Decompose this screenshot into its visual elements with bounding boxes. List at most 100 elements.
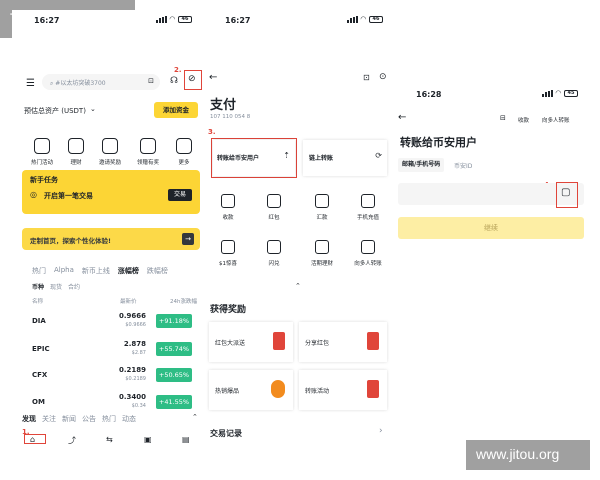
subtab-futures[interactable]: 合约 — [68, 282, 80, 291]
status-bar: 16:27 ◠ 46 — [12, 10, 202, 32]
page-title: 转账给币安用户 — [400, 136, 477, 149]
menu-icon[interactable]: ☰ — [26, 78, 35, 89]
transfer-binance-user-button[interactable]: 转账给币安用户 ⇡ — [213, 140, 295, 176]
subtab-coin[interactable]: 币种 — [32, 282, 44, 291]
red-envelope-icon — [273, 332, 285, 350]
receive-link[interactable]: 收款 — [518, 116, 529, 124]
grid-convert[interactable]: 闪兑 — [251, 240, 297, 267]
grid-redpacket[interactable]: 红包 — [251, 194, 297, 221]
add-funds-button[interactable]: 添加资金 — [154, 102, 198, 118]
market-tabs: 热门 Alpha 新币上线 涨幅榜 跌幅榜 — [32, 266, 168, 276]
reward-share[interactable]: 分享红包 — [299, 322, 387, 362]
step-2-label: 2. — [174, 66, 182, 74]
chevron-down-icon[interactable]: ⌄ — [90, 105, 96, 113]
download-icon — [221, 194, 235, 208]
battery-icon: 46 — [369, 15, 383, 23]
wifi-icon: ◠ — [169, 15, 175, 23]
task-trade-button[interactable]: 交易 — [168, 189, 192, 201]
total-assets-label: 预估总资产 (USDT) — [24, 107, 86, 115]
scan-icon[interactable]: ⊡ — [148, 77, 154, 85]
shortcut-invite[interactable]: 邀请奖励 — [92, 138, 128, 166]
table-row[interactable]: CFX 0.2189 $0.2189 +50.65% — [29, 364, 192, 392]
reward-redpacket[interactable]: 红包大派送 — [209, 322, 293, 362]
reward-transfer-event[interactable]: 转账活动 — [299, 370, 387, 410]
onchain-transfer-button[interactable]: 链上转账 ⟳ — [303, 140, 387, 176]
grid-surprise[interactable]: $1惊喜 — [205, 240, 251, 267]
feed-tab-announcements[interactable]: 公告 — [82, 414, 96, 424]
multi-transfer-link[interactable]: 向多人转账 — [542, 116, 570, 124]
battery-icon: 45 — [564, 89, 578, 97]
back-arrow-icon[interactable]: ← — [398, 112, 406, 123]
tab-new[interactable]: 新币上线 — [82, 266, 110, 276]
status-bar: 16:28 ◠ 45 — [394, 84, 588, 106]
screen-pay: 16:27 ◠ 46 ← ⊡ ⊙ 支付 107 110 054 8 3. 转账给… — [203, 10, 393, 444]
signal-icon — [346, 15, 358, 23]
feed-tab-activity[interactable]: 动态 — [122, 414, 136, 424]
signal-icon — [541, 89, 553, 97]
custom-home-banner[interactable]: 定制首页，探索个性化体验! → — [22, 228, 200, 250]
shortcut-gift[interactable]: 领赠有奖 — [130, 138, 166, 166]
settings-icon[interactable]: ⊙ — [379, 72, 387, 82]
remit-icon — [315, 194, 329, 208]
feed-tab-discover[interactable]: 发现 — [22, 414, 36, 424]
nav-markets-icon[interactable]: ⤴ — [68, 435, 76, 444]
continue-button[interactable]: 继续 — [398, 217, 584, 239]
chain-icon: ⟳ — [375, 151, 382, 160]
subtab-spot[interactable]: 现货 — [50, 282, 62, 291]
shortcut-hot[interactable]: 热门活动 — [24, 138, 60, 166]
coin-stack-icon: ◎ — [30, 190, 37, 199]
search-icon: ⌕ — [50, 80, 54, 87]
nav-trade-icon[interactable]: ⇆ — [106, 435, 113, 444]
feed-tab-trending[interactable]: 热门 — [102, 414, 116, 424]
scan-icon[interactable]: ⊡ — [363, 73, 370, 82]
status-bar: 16:27 ◠ 46 — [203, 10, 393, 32]
screen-transfer: 16:28 ◠ 45 ← ⊟ 收款 向多人转账 转账给币安用户 邮箱/手机号码 … — [394, 10, 588, 444]
tab-email-phone[interactable]: 邮箱/手机号码 — [398, 158, 445, 172]
grid-multi-transfer[interactable]: 向多人转账 — [345, 240, 391, 267]
sub-tabs: 币种 现货 合约 — [32, 282, 80, 291]
upload-icon: ⇡ — [283, 151, 290, 160]
chevron-up-icon[interactable]: ⌃ — [192, 413, 198, 421]
tab-alpha[interactable]: Alpha — [54, 266, 74, 276]
arrow-right-icon[interactable]: → — [182, 233, 194, 245]
tab-losers[interactable]: 跌幅榜 — [147, 266, 168, 276]
transaction-records[interactable]: 交易记录 — [210, 428, 242, 439]
user-uid: 107 110 054 8 — [210, 114, 251, 120]
grid-receive[interactable]: 收款 — [205, 194, 251, 221]
screen-home: 16:27 ◠ 46 ☰ ⌕ #以太坊突破3700 ⊡ ☊ 2. ⊘ 预估总资产… — [12, 10, 202, 444]
tab-binance-id[interactable]: 币安ID — [454, 161, 472, 170]
red-envelope-icon — [367, 380, 379, 398]
headset-icon[interactable]: ☊ — [170, 76, 178, 86]
history-icon[interactable]: ⊟ — [500, 114, 506, 122]
grid-topup[interactable]: 手机充值 — [345, 194, 391, 221]
contacts-icon[interactable]: ▢ — [561, 187, 570, 198]
gift-icon — [140, 138, 156, 154]
grid-savings[interactable]: 活期理财 — [299, 240, 345, 267]
chevron-right-icon[interactable]: › — [379, 426, 383, 436]
shortcut-earn[interactable]: 理财 — [58, 138, 94, 166]
grid-icon — [176, 138, 192, 154]
savings-icon — [315, 240, 329, 254]
pay-icon[interactable]: ⊘ — [188, 74, 196, 84]
tab-hot[interactable]: 热门 — [32, 266, 46, 276]
task-card[interactable]: 新手任务 ◎ 开启第一笔交易 交易 — [22, 170, 200, 214]
tab-gainers[interactable]: 涨幅榜 — [118, 266, 139, 276]
grid-remit[interactable]: 汇款 — [299, 194, 345, 221]
coin-icon — [68, 138, 84, 154]
feed-tab-news[interactable]: 新闻 — [62, 414, 76, 424]
multi-user-icon — [361, 240, 375, 254]
table-row[interactable]: EPIC 2.878 $2.87 +55.74% — [29, 338, 192, 366]
feed-tab-follow[interactable]: 关注 — [42, 414, 56, 424]
back-arrow-icon[interactable]: ← — [209, 72, 217, 83]
search-input[interactable]: ⌕ #以太坊突破3700 ⊡ — [42, 74, 160, 90]
chevron-up-icon[interactable]: ⌃ — [295, 282, 301, 290]
shortcut-more[interactable]: 更多 — [166, 138, 202, 166]
nav-wallet-icon[interactable]: ▤ — [182, 435, 190, 444]
table-row[interactable]: DIA 0.9666 $0.9666 +91.18% — [29, 310, 192, 338]
phone-icon — [361, 194, 375, 208]
nav-futures-icon[interactable]: ▣ — [144, 435, 152, 444]
reward-hot-items[interactable]: 热销爆品 — [209, 370, 293, 410]
feed-tabs: 发现 关注 新闻 公告 热门 动态 — [22, 414, 136, 424]
nav-home-icon[interactable]: ⌂ — [30, 435, 35, 444]
dollar-icon — [221, 240, 235, 254]
